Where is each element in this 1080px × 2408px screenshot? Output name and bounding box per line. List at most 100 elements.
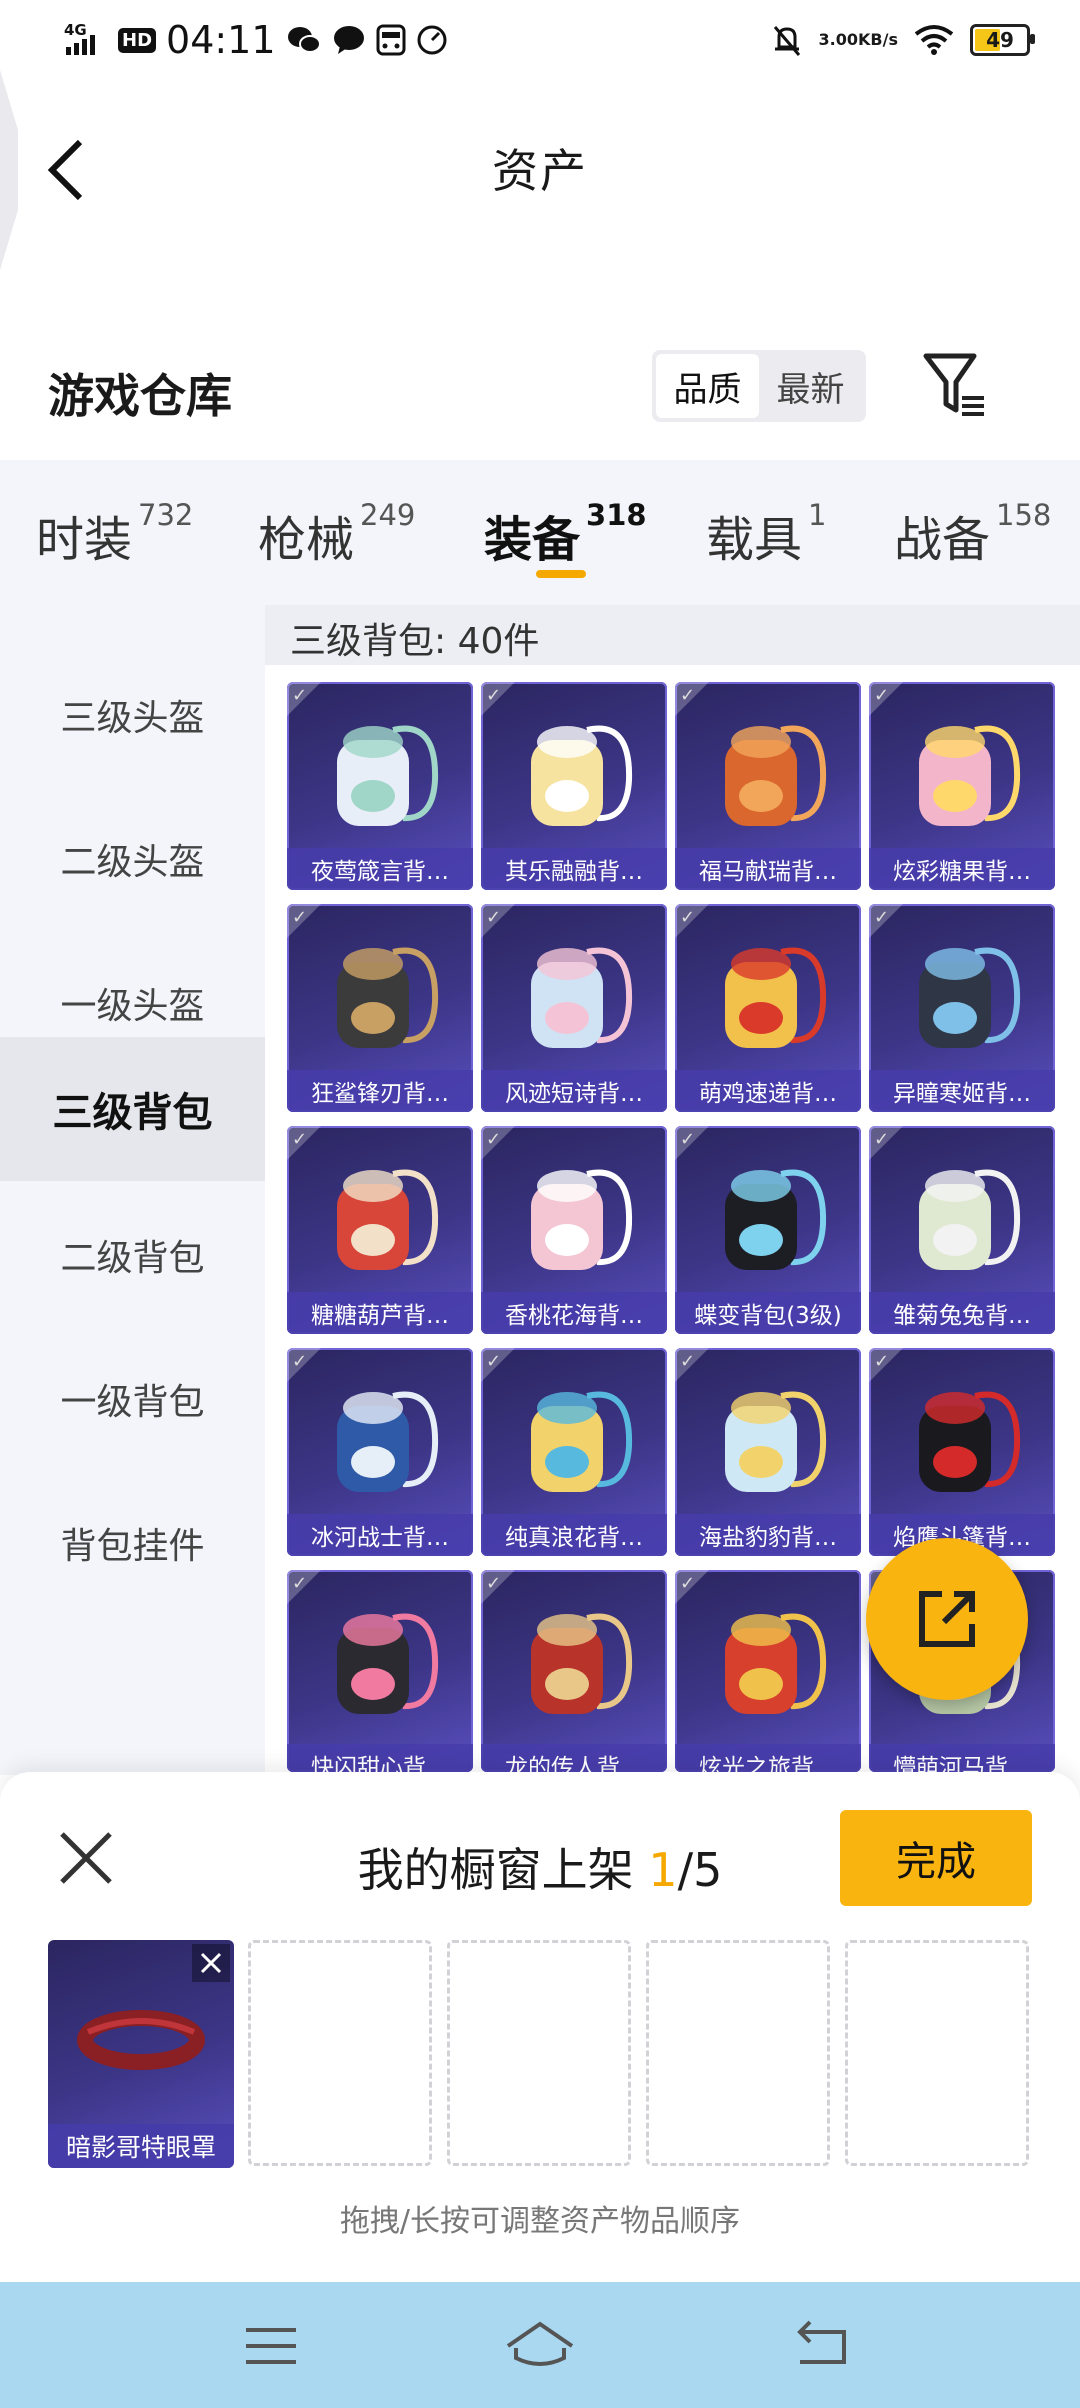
card-name: 风迹短诗背… <box>481 1070 667 1112</box>
status-left: 4G HD 04:11 <box>64 14 448 66</box>
backpack-card[interactable]: ✓ 蝶变背包(3级) <box>675 1126 861 1334</box>
card-name: 其乐融融背… <box>481 848 667 890</box>
page-title: 资产 <box>492 144 588 198</box>
backpack-image <box>337 1391 439 1492</box>
warehouse-title: 游戏仓库 <box>48 369 232 423</box>
hd-icon: HD <box>118 27 157 53</box>
shelf-slot-filled[interactable]: 暗影哥特眼罩 <box>48 1940 234 2168</box>
share-button[interactable] <box>866 1538 1028 1700</box>
nav-home-button[interactable] <box>504 2318 574 2374</box>
done-button[interactable]: 完成 <box>840 1810 1032 1906</box>
backpack-card[interactable]: ✓ 风迹短诗背… <box>481 904 667 1112</box>
shelf-slot-empty[interactable] <box>646 1940 830 2166</box>
remove-slot-button[interactable] <box>192 1944 230 1982</box>
card-name: 炫彩糖果背… <box>869 848 1055 890</box>
tab-count: 158 <box>996 498 1052 532</box>
backpack-image <box>725 1391 827 1492</box>
card-name: 炫光之旅背… <box>675 1744 861 1772</box>
check-icon: ✓ <box>292 685 308 706</box>
shelf-count-current: 1 <box>648 1843 678 1897</box>
status-right: 3.00 KB/s 49 <box>771 14 1035 66</box>
backpack-image <box>919 1391 1021 1492</box>
shelf-slot-empty[interactable] <box>447 1940 631 2166</box>
backpack-card[interactable]: ✓ 香桃花海背… <box>481 1126 667 1334</box>
backpack-card[interactable]: ✓ 异瞳寒姬背… <box>869 904 1055 1112</box>
shelf-slot-empty[interactable] <box>845 1940 1029 2166</box>
menu-icon <box>246 2328 296 2364</box>
backpack-image <box>531 725 633 826</box>
backpack-card[interactable]: ✓ 龙的传人背… <box>481 1570 667 1772</box>
sort-option-quality[interactable]: 品质 <box>656 354 759 418</box>
battery-indicator: 49 <box>970 24 1035 56</box>
tab-gear[interactable]: 战备 158 <box>894 498 1052 570</box>
tab-vehicles[interactable]: 载具 1 <box>706 498 826 570</box>
tab-label: 战备 <box>894 512 991 568</box>
filter-button[interactable] <box>922 352 988 422</box>
backpack-image <box>337 947 439 1048</box>
wechat-icon <box>286 24 322 56</box>
card-name: 狂鲨锋刃背… <box>287 1070 473 1112</box>
nav-menu-button[interactable] <box>236 2318 306 2374</box>
reorder-hint: 拖拽/长按可调整资产物品顺序 <box>339 2204 741 2239</box>
backpack-card[interactable]: ✓ 炫光之旅背… <box>675 1570 861 1772</box>
sidebar-item-level1-backpack[interactable]: 一级背包 <box>0 1329 265 1469</box>
slot-item-name: 暗影哥特眼罩 <box>48 2124 234 2168</box>
sidebar-item-backpack-charms[interactable]: 背包挂件 <box>0 1473 265 1613</box>
backpack-image <box>337 1169 439 1270</box>
mute-bell-icon <box>771 23 803 57</box>
check-icon: ✓ <box>486 685 502 706</box>
net-speed: 3.00 KB/s <box>818 30 898 49</box>
backpack-card[interactable]: ✓ 萌鸡速递背… <box>675 904 861 1112</box>
sidebar-item-level3-backpack[interactable]: 三级背包 <box>0 1037 265 1181</box>
status-bar: 4G HD 04:11 3.00 KB/s 49 <box>0 0 1080 80</box>
backpack-card[interactable]: ✓ 其乐融融背… <box>481 682 667 890</box>
back-icon <box>797 2320 846 2364</box>
backpack-image <box>531 1391 633 1492</box>
card-name: 雏菊兔兔背… <box>869 1292 1055 1334</box>
check-icon: ✓ <box>486 907 502 928</box>
card-name: 纯真浪花背… <box>481 1514 667 1556</box>
backpack-card[interactable]: ✓ 雏菊兔兔背… <box>869 1126 1055 1334</box>
sidebar-item-level2-helmet[interactable]: 二级头盔 <box>0 789 265 929</box>
check-icon: ✓ <box>680 685 696 706</box>
backpack-card[interactable]: ✓ 炫彩糖果背… <box>869 682 1055 890</box>
tab-equipment[interactable]: 装备 318 <box>484 498 647 570</box>
speedometer-icon <box>416 24 448 56</box>
check-icon: ✓ <box>680 1573 696 1594</box>
tab-count: 732 <box>138 498 194 532</box>
svg-text:4G: 4G <box>64 21 87 39</box>
backpack-image <box>725 947 827 1048</box>
backpack-card[interactable]: ✓ 快闪甜心背… <box>287 1570 473 1772</box>
tab-fashion[interactable]: 时装 732 <box>36 498 194 570</box>
backpack-card[interactable]: ✓ 糖糖葫芦背… <box>287 1126 473 1334</box>
backpack-card[interactable]: ✓ 冰河战士背… <box>287 1348 473 1556</box>
share-icon <box>919 1591 975 1647</box>
shelf-count-separator: / <box>677 1843 694 1897</box>
sidebar-item-level2-backpack[interactable]: 二级背包 <box>0 1185 265 1325</box>
check-icon: ✓ <box>874 1351 890 1372</box>
sort-option-newest[interactable]: 最新 <box>759 354 862 418</box>
backpack-image <box>531 947 633 1048</box>
backpack-card[interactable]: ✓ 福马献瑞背… <box>675 682 861 890</box>
sidebar-item-level3-helmet[interactable]: 三级头盔 <box>0 645 265 785</box>
backpack-card[interactable]: ✓ 焰鹰斗篷背… <box>869 1348 1055 1556</box>
card-name: 福马献瑞背… <box>675 848 861 890</box>
backpack-card[interactable]: ✓ 海盐豹豹背… <box>675 1348 861 1556</box>
check-icon: ✓ <box>874 685 890 706</box>
check-icon: ✓ <box>486 1351 502 1372</box>
check-icon: ✓ <box>292 907 308 928</box>
backpack-card[interactable]: ✓ 狂鲨锋刃背… <box>287 904 473 1112</box>
tab-guns[interactable]: 枪械 249 <box>258 498 415 570</box>
card-name: 蝶变背包(3级) <box>675 1292 861 1334</box>
backpack-card[interactable]: ✓ 夜莺箴言背… <box>287 682 473 890</box>
home-icon <box>506 2321 574 2366</box>
tab-label: 载具 <box>706 512 803 568</box>
backpack-image <box>725 725 827 826</box>
card-name: 龙的传人背… <box>481 1744 667 1772</box>
close-icon <box>200 1952 222 1974</box>
tab-count: 318 <box>586 498 647 532</box>
check-icon: ✓ <box>680 1351 696 1372</box>
shelf-slot-empty[interactable] <box>248 1940 432 2166</box>
nav-back-button[interactable] <box>786 2318 856 2374</box>
backpack-card[interactable]: ✓ 纯真浪花背… <box>481 1348 667 1556</box>
